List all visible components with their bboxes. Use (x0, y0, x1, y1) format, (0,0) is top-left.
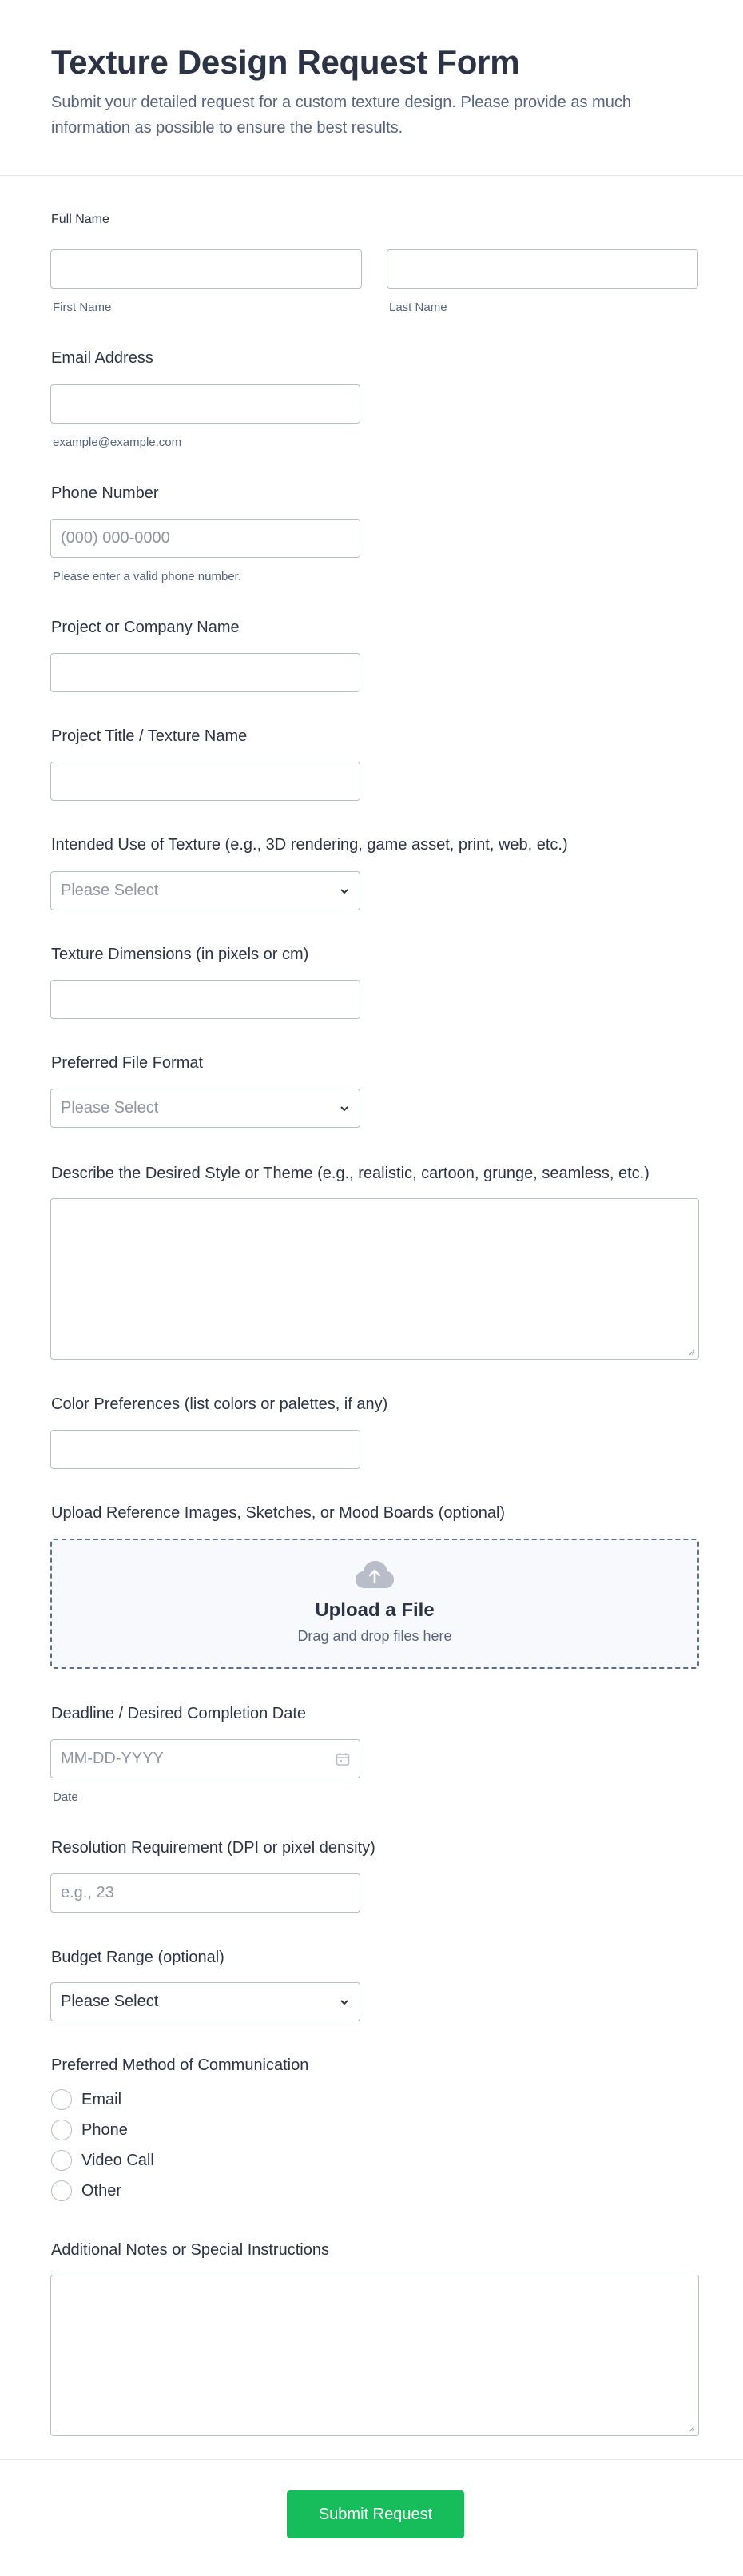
intended-use-label: Intended Use of Texture (e.g., 3D render… (51, 836, 568, 854)
style-label: Describe the Desired Style or Theme (e.g… (51, 1165, 650, 1182)
first-name-sublabel: First Name (53, 301, 112, 314)
phone-input[interactable]: (000) 000-0000 (50, 519, 360, 558)
chevron-down-icon (340, 888, 348, 894)
form-card: Texture Design Request Form Submit your … (0, 0, 743, 2576)
resolution-input[interactable]: e.g., 23 (50, 1873, 360, 1913)
radio-button[interactable] (51, 2120, 72, 2140)
deadline-label: Deadline / Desired Completion Date (51, 1705, 307, 1722)
intended-use-value: Please Select (61, 882, 159, 899)
email-input[interactable] (50, 384, 360, 424)
form-footer: Submit Request (0, 2459, 743, 2576)
email-label: Email Address (51, 349, 153, 367)
form-title: Texture Design Request Form (51, 43, 520, 81)
phone-label: Phone Number (51, 484, 159, 502)
form-description: Submit your detailed request for a custo… (51, 94, 631, 137)
color-preferences-input[interactable] (50, 1430, 360, 1469)
radio-button[interactable] (51, 2150, 72, 2171)
resize-handle-icon[interactable] (687, 2424, 695, 2432)
notes-textarea[interactable] (50, 2275, 699, 2436)
project-title-input[interactable] (50, 762, 360, 801)
file-format-label: Preferred File Format (51, 1054, 204, 1072)
communication-label: Preferred Method of Communication (51, 2056, 309, 2074)
deadline-placeholder: MM-DD-YYYY (61, 1750, 164, 1767)
form-header: Texture Design Request Form Submit your … (0, 0, 743, 176)
dimensions-input[interactable] (50, 980, 360, 1019)
company-label: Project or Company Name (51, 619, 240, 636)
upload-label: Upload Reference Images, Sketches, or Mo… (51, 1504, 506, 1522)
radio-label: Other (81, 2181, 122, 2200)
budget-select[interactable]: Please Select (50, 1982, 360, 2021)
radio-label: Phone (81, 2120, 128, 2139)
upload-hint: Drag and drop files here (297, 1628, 452, 1644)
deadline-date-input[interactable]: MM-DD-YYYY (50, 1739, 360, 1778)
resolution-label: Resolution Requirement (DPI or pixel den… (51, 1839, 375, 1857)
intended-use-select[interactable]: Please Select (50, 871, 360, 910)
last-name-input[interactable] (387, 249, 698, 289)
project-title-label: Project Title / Texture Name (51, 727, 248, 745)
last-name-sublabel: Last Name (389, 301, 447, 314)
chevron-down-icon (340, 1999, 348, 2005)
notes-label: Additional Notes or Special Instructions (51, 2241, 329, 2259)
style-textarea[interactable] (50, 1198, 699, 1360)
upload-title: Upload a File (315, 1599, 435, 1621)
file-format-select[interactable]: Please Select (50, 1089, 360, 1128)
chevron-down-icon (340, 1105, 348, 1111)
radio-button[interactable] (51, 2180, 72, 2201)
first-name-input[interactable] (50, 249, 362, 289)
cloud-upload-icon (356, 1561, 394, 1588)
company-input[interactable] (50, 653, 360, 692)
full-name-label: Full Name (51, 213, 109, 226)
dimensions-label: Texture Dimensions (in pixels or cm) (51, 946, 309, 963)
radio-label: Video Call (81, 2151, 154, 2169)
deadline-sublabel: Date (53, 1790, 78, 1804)
radio-label: Email (81, 2090, 122, 2108)
radio-button[interactable] (51, 2089, 72, 2110)
budget-label: Budget Range (optional) (51, 1949, 224, 1966)
radio-option-phone[interactable]: Phone (51, 2120, 128, 2140)
email-sublabel: example@example.com (53, 436, 182, 449)
resize-handle-icon[interactable] (687, 1348, 695, 1356)
phone-sublabel: Please enter a valid phone number. (53, 570, 241, 583)
calendar-icon[interactable] (336, 1752, 350, 1766)
budget-value: Please Select (61, 1993, 159, 2010)
radio-option-video-call[interactable]: Video Call (51, 2150, 154, 2171)
radio-option-other[interactable]: Other (51, 2180, 121, 2201)
radio-option-email[interactable]: Email (51, 2089, 121, 2110)
color-preferences-label: Color Preferences (list colors or palett… (51, 1395, 388, 1413)
file-format-value: Please Select (61, 1099, 159, 1117)
file-upload-dropzone[interactable]: Upload a File Drag and drop files here (50, 1539, 699, 1669)
submit-button[interactable]: Submit Request (287, 2490, 464, 2538)
